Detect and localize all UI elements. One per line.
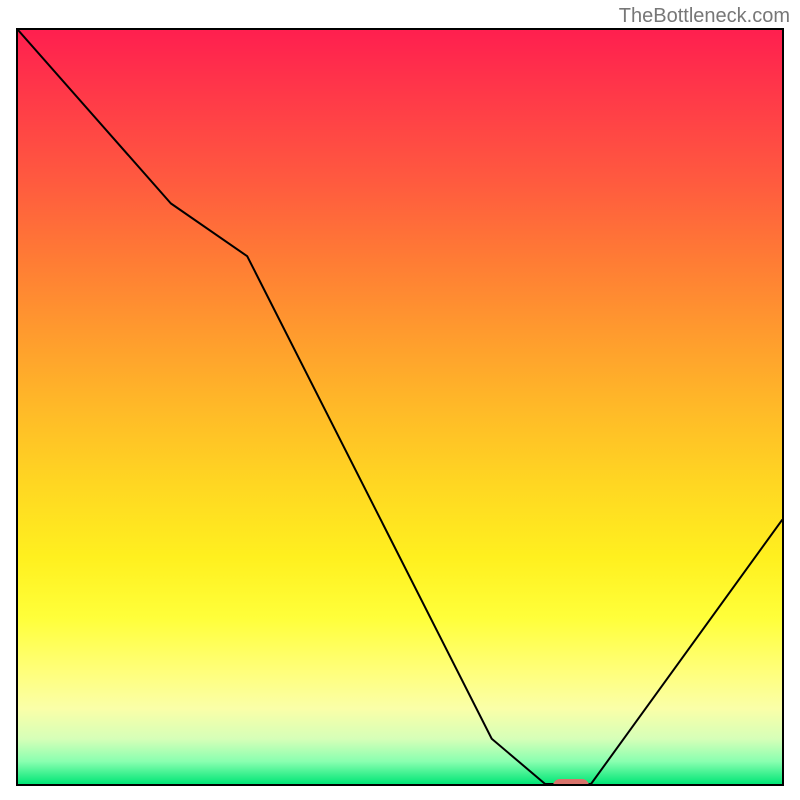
chart-svg xyxy=(18,30,782,784)
bottleneck-curve-path xyxy=(18,30,782,784)
minimum-marker xyxy=(553,779,589,786)
plot-area xyxy=(16,28,784,786)
watermark-text: TheBottleneck.com xyxy=(619,5,790,28)
